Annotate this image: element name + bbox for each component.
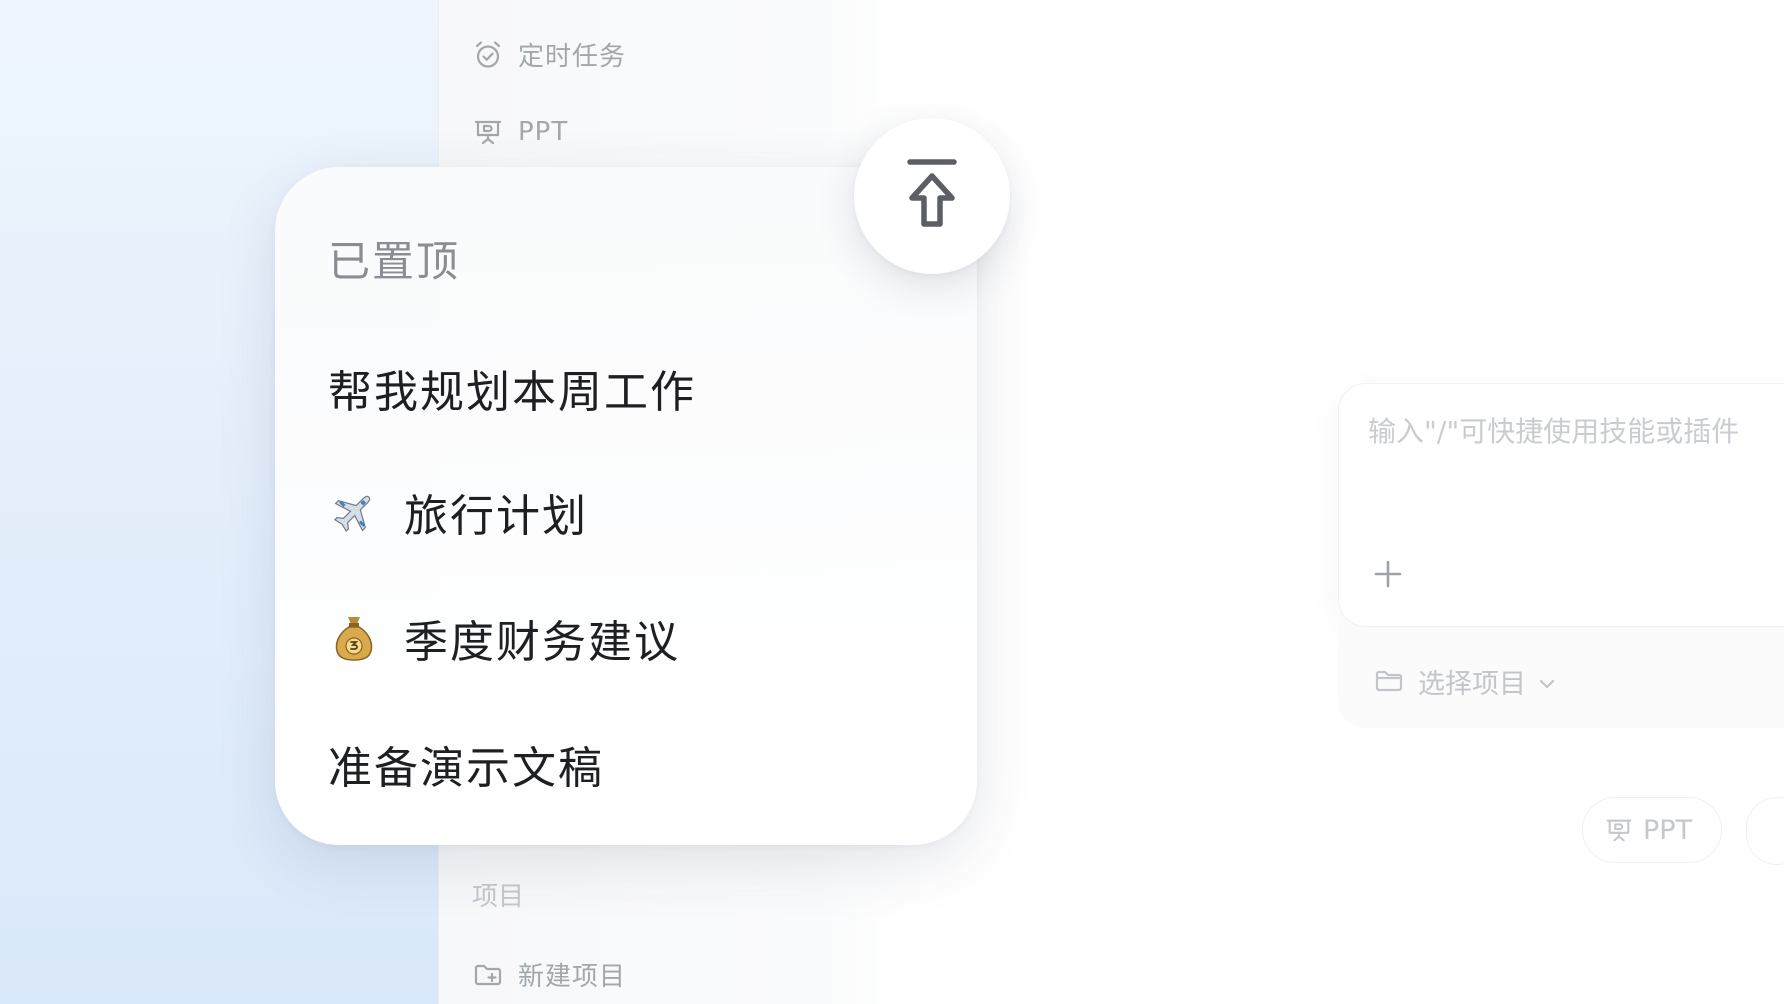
presentation-icon bbox=[1605, 816, 1633, 844]
pinned-item-label: 季度财务建议 bbox=[404, 617, 680, 668]
pinned-item-label: 旅行计划 bbox=[404, 491, 588, 542]
airplane-icon bbox=[328, 486, 380, 538]
pin-to-top-icon bbox=[900, 156, 964, 236]
sidebar-item-label: 定时任务 bbox=[518, 42, 627, 72]
section-label-projects: 项目 bbox=[472, 882, 525, 912]
plus-icon[interactable] bbox=[1370, 556, 1406, 592]
pinned-item-label: 准备演示文稿 bbox=[328, 743, 604, 794]
pinned-item[interactable]: 准备演示文稿 bbox=[328, 732, 604, 796]
new-project-button[interactable]: 新建项目 bbox=[472, 956, 626, 993]
pinned-item-label: 帮我规划本周工作 bbox=[328, 367, 696, 418]
new-project-label: 新建项目 bbox=[518, 962, 627, 992]
select-project-label: 选择项目 bbox=[1418, 669, 1526, 700]
chip-label: PPT bbox=[1643, 814, 1693, 846]
pinned-item[interactable]: 帮我规划本周工作 bbox=[328, 356, 696, 420]
composer-input[interactable]: 输入"/"可快捷使用技能或插件 bbox=[1368, 410, 1784, 450]
pinned-item[interactable]: 季度财务建议 bbox=[328, 606, 680, 670]
folder-plus-icon bbox=[472, 959, 504, 991]
pinned-item[interactable]: 旅行计划 bbox=[328, 480, 588, 544]
sidebar-item-label: PPT bbox=[518, 117, 569, 147]
chip-ppt[interactable]: PPT bbox=[1582, 797, 1722, 863]
presentation-icon bbox=[472, 116, 504, 148]
chevron-down-icon bbox=[1536, 671, 1558, 693]
alarm-clock-icon bbox=[472, 39, 504, 71]
pin-to-top-button[interactable] bbox=[854, 118, 1010, 274]
sidebar-item-scheduled-tasks[interactable]: 定时任务 bbox=[472, 36, 626, 73]
sidebar-item-ppt[interactable]: PPT bbox=[472, 116, 568, 148]
pinned-title: 已置顶 bbox=[328, 237, 461, 286]
money-bag-icon bbox=[328, 612, 380, 664]
select-project-dropdown[interactable]: 选择项目 bbox=[1374, 662, 1558, 701]
folder-icon bbox=[1374, 666, 1406, 698]
